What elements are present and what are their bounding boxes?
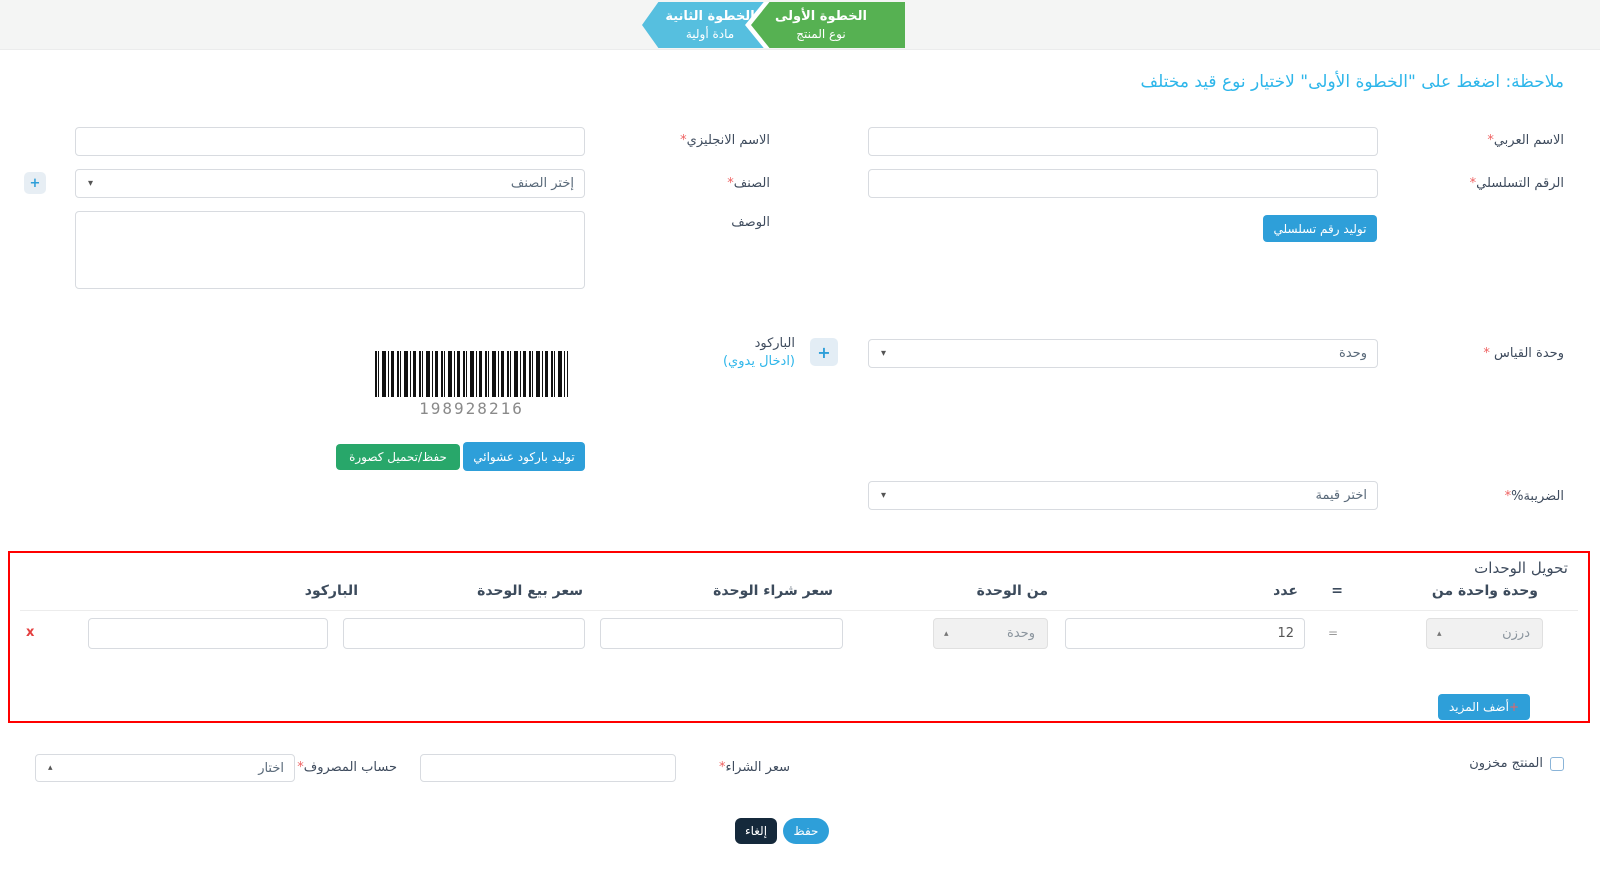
purchase-price-input[interactable] bbox=[420, 754, 676, 782]
units-section-title: تحويل الوحدات bbox=[1474, 559, 1568, 577]
serial-input[interactable] bbox=[868, 169, 1378, 198]
save-barcode-button[interactable]: حفظ/تحميل كصورة bbox=[336, 444, 460, 470]
description-label: الوصف bbox=[731, 215, 770, 230]
stock-product-label: المنتج مخزون bbox=[1469, 756, 1543, 771]
checkbox-icon[interactable] bbox=[1550, 757, 1564, 771]
arabic-name-input[interactable] bbox=[868, 127, 1378, 156]
to-unit-select[interactable]: وحدة ▴ bbox=[933, 618, 1048, 649]
equals-sign: = bbox=[1328, 626, 1338, 640]
unit-select-value: وحدة bbox=[1339, 346, 1367, 361]
units-conversion-section: تحويل الوحدات وحدة واحدة من = عدد من الو… bbox=[8, 551, 1590, 723]
stock-product-checkbox-row[interactable]: المنتج مخزون bbox=[1469, 756, 1564, 771]
barcode-number: 198928216 bbox=[375, 399, 568, 418]
col-header-one-unit-of: وحدة واحدة من bbox=[1432, 583, 1538, 599]
col-header-count: عدد bbox=[1273, 583, 1298, 599]
col-header-barcode: الباركود bbox=[305, 583, 358, 599]
header-divider bbox=[20, 610, 1578, 611]
chevron-down-icon: ▾ bbox=[881, 348, 886, 359]
barcode-image bbox=[375, 351, 568, 397]
plus-icon: + bbox=[1509, 700, 1519, 714]
generate-barcode-button[interactable]: توليد باركود عشوائي bbox=[463, 442, 585, 471]
english-name-input[interactable] bbox=[75, 127, 585, 156]
save-button[interactable]: حفظ bbox=[783, 818, 829, 844]
col-header-equals: = bbox=[1331, 583, 1343, 599]
category-label: الصنف* bbox=[727, 176, 770, 191]
add-unit-button[interactable]: + bbox=[810, 338, 838, 366]
col-header-from-unit: من الوحدة bbox=[977, 583, 1048, 599]
expense-account-value: اختار bbox=[258, 761, 284, 776]
serial-label: الرقم التسلسلي* bbox=[1470, 176, 1564, 191]
add-more-button[interactable]: +أضف المزيد bbox=[1438, 694, 1530, 720]
chevron-up-icon: ▴ bbox=[48, 763, 53, 773]
description-textarea[interactable] bbox=[75, 211, 585, 289]
tax-select-value: اختر قيمة bbox=[1316, 488, 1368, 503]
unit-barcode-input[interactable] bbox=[88, 618, 328, 649]
from-unit-select[interactable]: درزن ▴ bbox=[1426, 618, 1543, 649]
unit-sell-price-input[interactable] bbox=[343, 618, 585, 649]
from-unit-value: درزن bbox=[1502, 626, 1530, 641]
tax-label: الضريبة%* bbox=[1505, 489, 1564, 504]
unit-label: وحدة القياس * bbox=[1483, 346, 1564, 361]
col-header-buy-price: سعر شراء الوحدة bbox=[713, 583, 833, 599]
expense-account-label: حساب المصروف* bbox=[297, 760, 397, 775]
barcode-label: الباركود bbox=[755, 336, 795, 351]
delete-row-button[interactable]: x bbox=[26, 625, 34, 640]
generate-serial-button[interactable]: توليد رقم تسلسلي bbox=[1263, 215, 1377, 242]
category-select[interactable]: إختر الصنف ▾ bbox=[75, 169, 585, 198]
plus-icon: + bbox=[30, 176, 41, 191]
plus-icon: + bbox=[817, 343, 830, 362]
unit-select[interactable]: وحدة ▾ bbox=[868, 339, 1378, 368]
step1-title: الخطوة الأولى bbox=[751, 9, 891, 24]
unit-buy-price-input[interactable] bbox=[600, 618, 843, 649]
product-form-page: الخطوة الأولى نوع المنتج الخطوة الثانية … bbox=[0, 0, 1600, 891]
chevron-down-icon: ▾ bbox=[88, 178, 93, 189]
chevron-up-icon: ▴ bbox=[1437, 629, 1442, 639]
english-name-label: الاسم الانجليزي* bbox=[680, 133, 770, 148]
chevron-down-icon: ▾ bbox=[881, 490, 886, 501]
col-header-sell-price: سعر بيع الوحدة bbox=[477, 583, 583, 599]
barcode-manual-link[interactable]: (ادخال يدوي) bbox=[723, 354, 795, 369]
tax-select[interactable]: اختر قيمة ▾ bbox=[868, 481, 1378, 510]
step1-subtitle: نوع المنتج bbox=[751, 27, 891, 41]
purchase-price-label: سعر الشراء* bbox=[719, 760, 790, 775]
chevron-up-icon: ▴ bbox=[944, 629, 949, 639]
count-input[interactable] bbox=[1065, 618, 1305, 649]
category-select-value: إختر الصنف bbox=[511, 176, 574, 191]
add-category-button[interactable]: + bbox=[24, 172, 46, 194]
note-text: ملاحظة: اضغط على "الخطوة الأولى" لاختيار… bbox=[1141, 72, 1564, 92]
cancel-button[interactable]: إلغاء bbox=[735, 818, 777, 844]
expense-account-select[interactable]: اختار ▴ bbox=[35, 754, 295, 782]
wizard-step-1[interactable]: الخطوة الأولى نوع المنتج bbox=[751, 2, 905, 48]
to-unit-value: وحدة bbox=[1007, 626, 1035, 641]
arabic-name-label: الاسم العربي* bbox=[1487, 133, 1564, 148]
